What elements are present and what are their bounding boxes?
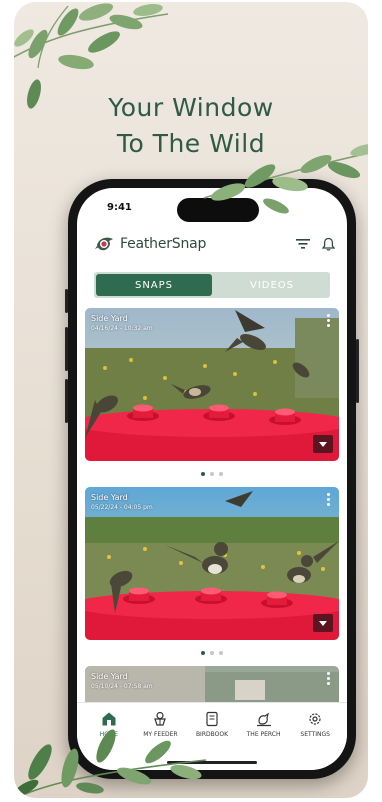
bottom-tab-bar: HOME MY FEEDER BIRDBOOK THE PERCH SETTIN… [77,702,347,770]
snap-card[interactable]: Side Yard 05/22/24 - 04:05 pm [85,487,339,640]
more-options-icon[interactable] [325,672,331,686]
home-icon [102,712,116,726]
expand-dropdown-icon[interactable] [313,435,333,453]
more-options-icon[interactable] [325,314,331,328]
snap-label: Side Yard 05/10/24 - 07:58 am [91,672,153,690]
perch-icon [256,712,271,727]
app-header: FeatherSnap [95,232,335,256]
tab-home[interactable]: HOME [83,711,135,770]
snap-label: Side Yard 04/16/24 - 10:32 am [91,314,153,332]
bell-icon[interactable] [322,237,335,251]
tab-videos[interactable]: VIDEOS [214,272,330,298]
brand-name: FeatherSnap [120,236,207,252]
tab-label: HOME [99,731,118,738]
headline: Your Window To The Wild [14,90,368,162]
app-screen: 9:41 FeatherSnap SNAPS VIDEOS Side Yard … [77,188,347,770]
tab-label: MY FEEDER [143,731,178,738]
tab-label: BIRDBOOK [195,731,229,738]
expand-dropdown-icon[interactable] [313,614,333,632]
snap-location: Side Yard [91,314,128,323]
feeder-icon [154,711,167,726]
status-time: 9:41 [107,202,132,213]
snap-timestamp: 05/22/24 - 04:05 pm [91,504,153,511]
tab-settings[interactable]: SETTINGS [289,711,341,770]
dynamic-island [177,198,259,222]
tab-label: THE PERCH [246,731,281,738]
tab-snaps[interactable]: SNAPS [96,274,212,296]
headline-line-1: Your Window [108,93,274,122]
snap-timestamp: 05/10/24 - 07:58 am [91,683,153,690]
more-options-icon[interactable] [325,493,331,507]
gear-icon [309,713,321,725]
snap-label: Side Yard 05/22/24 - 04:05 pm [91,493,153,511]
headline-line-2: To The Wild [116,129,266,158]
snap-card[interactable]: Side Yard 04/16/24 - 10:32 am [85,308,339,461]
carousel-dots [85,461,339,487]
snap-timestamp: 04/16/24 - 10:32 am [91,325,153,332]
media-segment-control: SNAPS VIDEOS [94,272,330,298]
carousel-dots [85,640,339,666]
tab-label: SETTINGS [300,731,330,738]
snap-location: Side Yard [91,493,128,502]
filter-icon[interactable] [296,238,310,250]
promo-card: Your Window To The Wild 9:41 FeatherSnap [14,2,368,798]
book-icon [206,711,218,727]
phone-frame: 9:41 FeatherSnap SNAPS VIDEOS Side Yard … [65,179,359,779]
snap-location: Side Yard [91,672,128,681]
snap-feed: Side Yard 04/16/24 - 10:32 am Side Yard … [85,308,339,726]
featherSnap-logo-icon [95,235,117,253]
home-indicator [167,761,257,764]
